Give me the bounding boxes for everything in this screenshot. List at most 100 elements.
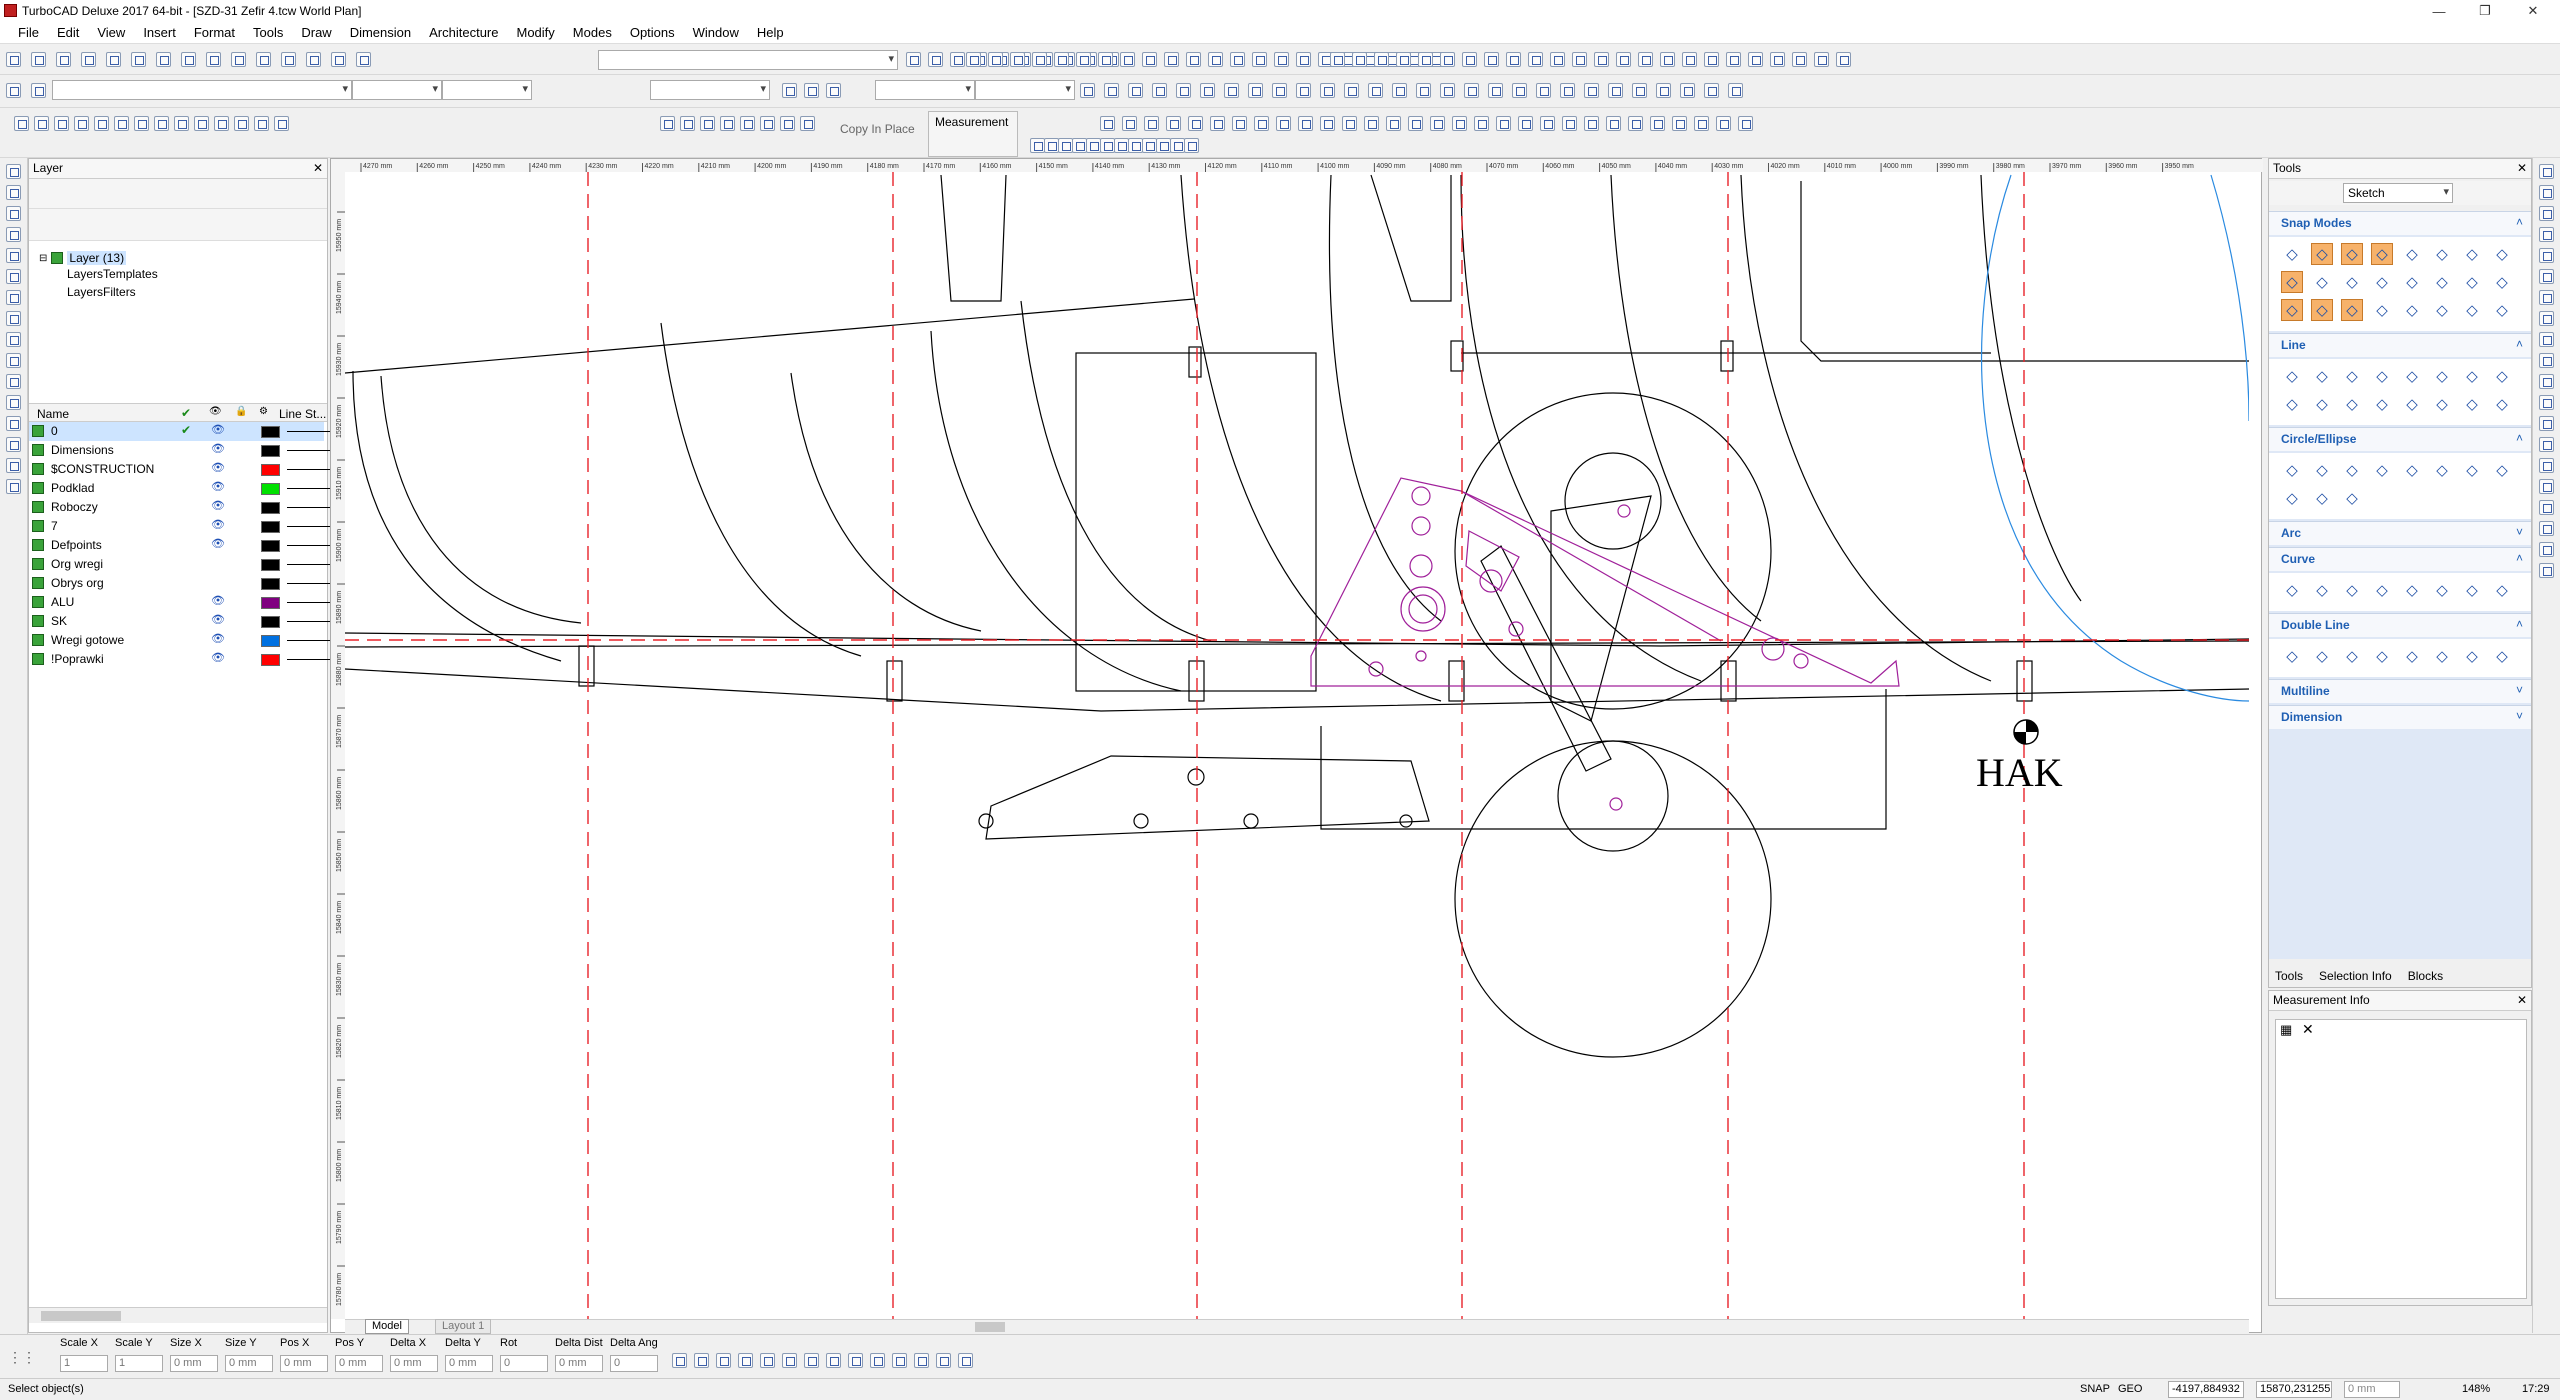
tool-icon[interactable]: ◇ [2371, 393, 2393, 415]
current-check-icon[interactable]: ✔ [181, 423, 191, 437]
toolbar-button[interactable] [1010, 52, 1025, 67]
toolbar-button[interactable] [281, 52, 296, 67]
toolbar-button[interactable] [1330, 52, 1345, 67]
toolbar-button[interactable] [206, 52, 221, 67]
toolbar-button[interactable] [1408, 116, 1423, 131]
tab-blocks[interactable]: Blocks [2408, 969, 2443, 983]
toolbar-button[interactable] [1080, 83, 1095, 98]
tool-icon[interactable]: ◇ [2371, 271, 2393, 293]
menu-modify[interactable]: Modify [517, 25, 555, 40]
inspector-field[interactable]: 0 mm [225, 1355, 273, 1372]
toolbar-button[interactable] [1044, 138, 1059, 153]
toolbar-button[interactable] [1298, 116, 1313, 131]
toolbar-button[interactable] [1224, 83, 1239, 98]
tool-icon[interactable]: ◇ [2371, 299, 2393, 321]
col-name[interactable]: Name [37, 407, 69, 421]
inspector-field[interactable]: 0 [610, 1355, 658, 1372]
toolbar-button[interactable] [740, 116, 755, 131]
tool-button[interactable] [2539, 458, 2554, 473]
eye-icon[interactable]: 👁 [211, 461, 225, 474]
toolbar-button[interactable] [1726, 52, 1741, 67]
tool-icon[interactable]: ◇ [2311, 393, 2333, 415]
toolbar-button[interactable] [1584, 116, 1599, 131]
toolbar-button[interactable] [1342, 116, 1357, 131]
drawing-viewport[interactable]: 4270 mm 4260 mm 4250 mm 4240 mm 4230 mm 4220 … [330, 158, 2263, 1334]
h-scroll-thumb[interactable] [975, 1322, 1005, 1332]
tool-icon[interactable]: ◇ [2341, 645, 2363, 667]
toolbar-button[interactable] [1272, 83, 1287, 98]
toolbar-button[interactable] [1170, 138, 1185, 153]
layer-color-swatch[interactable] [261, 445, 280, 457]
layer-color-swatch[interactable] [261, 464, 280, 476]
scroll-thumb[interactable] [41, 1311, 121, 1321]
toolbar-button[interactable] [156, 52, 171, 67]
clear-icon[interactable]: ✕ [2302, 1021, 2314, 1038]
toolbar-button[interactable] [81, 52, 96, 67]
toolbar-button[interactable] [1128, 138, 1143, 153]
tool-section-header[interactable]: Snap Modes ˄ [2269, 211, 2531, 235]
layer-color-swatch[interactable] [261, 502, 280, 514]
toolbar-button[interactable] [782, 83, 797, 98]
inspector-button[interactable] [892, 1353, 907, 1368]
toolbar-button[interactable] [1098, 52, 1113, 67]
layer-row[interactable]: !Poprawki 👁 [29, 650, 349, 669]
toolbar-button[interactable] [1396, 52, 1411, 67]
tool-section-header[interactable]: Curve ˄ [2269, 547, 2531, 571]
toolbar-button[interactable] [1230, 52, 1245, 67]
tool-section-header[interactable]: Multiline ˅ [2269, 679, 2531, 703]
tool-section-header[interactable]: Double Line ˄ [2269, 613, 2531, 637]
layer-row[interactable]: Defpoints 👁 [29, 536, 349, 555]
tool-icon[interactable]: ◇ [2461, 243, 2483, 265]
menu-insert[interactable]: Insert [143, 25, 176, 40]
tool-button[interactable] [6, 206, 21, 221]
toolbar-button[interactable] [1184, 138, 1199, 153]
tool-button[interactable] [6, 458, 21, 473]
tool-icon[interactable]: ◇ [2371, 243, 2393, 265]
pen-combo[interactable] [650, 80, 770, 100]
toolbar-button[interactable] [1632, 83, 1647, 98]
col-linestyle[interactable]: Line St... [279, 407, 326, 421]
panel-close-icon[interactable]: ✕ [313, 161, 323, 175]
toolbar-button[interactable] [31, 83, 46, 98]
col-lock[interactable]: 🔒 [235, 406, 247, 417]
tool-icon[interactable]: ◇ [2341, 271, 2363, 293]
chevron-up-icon[interactable]: ˄ [2516, 551, 2523, 565]
tool-icon[interactable]: ◇ [2431, 393, 2453, 415]
tool-button[interactable] [2539, 206, 2554, 221]
tool-button[interactable] [2539, 416, 2554, 431]
layer-color-swatch[interactable] [261, 559, 280, 571]
tool-icon[interactable]: ◇ [2491, 365, 2513, 387]
tool-icon[interactable]: ◇ [2431, 243, 2453, 265]
tool-button[interactable] [6, 479, 21, 494]
tool-icon[interactable]: ◇ [2401, 579, 2423, 601]
layer-color-swatch[interactable] [261, 426, 280, 438]
layer-row[interactable]: 0 ✔ 👁 [29, 422, 349, 441]
chevron-up-icon[interactable]: ˄ [2516, 337, 2523, 351]
toolbar-button[interactable] [1030, 138, 1045, 153]
tool-icon[interactable]: ◇ [2401, 299, 2423, 321]
tool-button[interactable] [2539, 290, 2554, 305]
toolbar-button[interactable] [1606, 116, 1621, 131]
toolbar-button[interactable] [1416, 83, 1431, 98]
inspector-button[interactable] [958, 1353, 973, 1368]
toolbar-button[interactable] [1252, 52, 1267, 67]
toolbar-button[interactable] [1100, 116, 1115, 131]
tool-icon[interactable]: ◇ [2401, 365, 2423, 387]
table-icon[interactable]: ▦ [2280, 1022, 2292, 1038]
tool-button[interactable] [2539, 185, 2554, 200]
tool-icon[interactable]: ◇ [2341, 243, 2363, 265]
toolbar-button[interactable] [1656, 83, 1671, 98]
inspector-button[interactable] [694, 1353, 709, 1368]
tab-selection-info[interactable]: Selection Info [2319, 969, 2392, 983]
toolbar-button[interactable] [214, 116, 229, 131]
tool-button[interactable] [2539, 227, 2554, 242]
tool-icon[interactable]: ◇ [2281, 365, 2303, 387]
copy-in-place-button[interactable]: Copy In Place [840, 122, 915, 136]
toolbar-button[interactable] [194, 116, 209, 131]
toolbar-button[interactable] [1208, 52, 1223, 67]
toolbar-button[interactable] [1176, 83, 1191, 98]
toolbar-button[interactable] [1728, 83, 1743, 98]
menu-file[interactable]: File [18, 25, 39, 40]
tool-section-header[interactable]: Arc ˅ [2269, 521, 2531, 545]
toolbar-button[interactable] [6, 83, 21, 98]
